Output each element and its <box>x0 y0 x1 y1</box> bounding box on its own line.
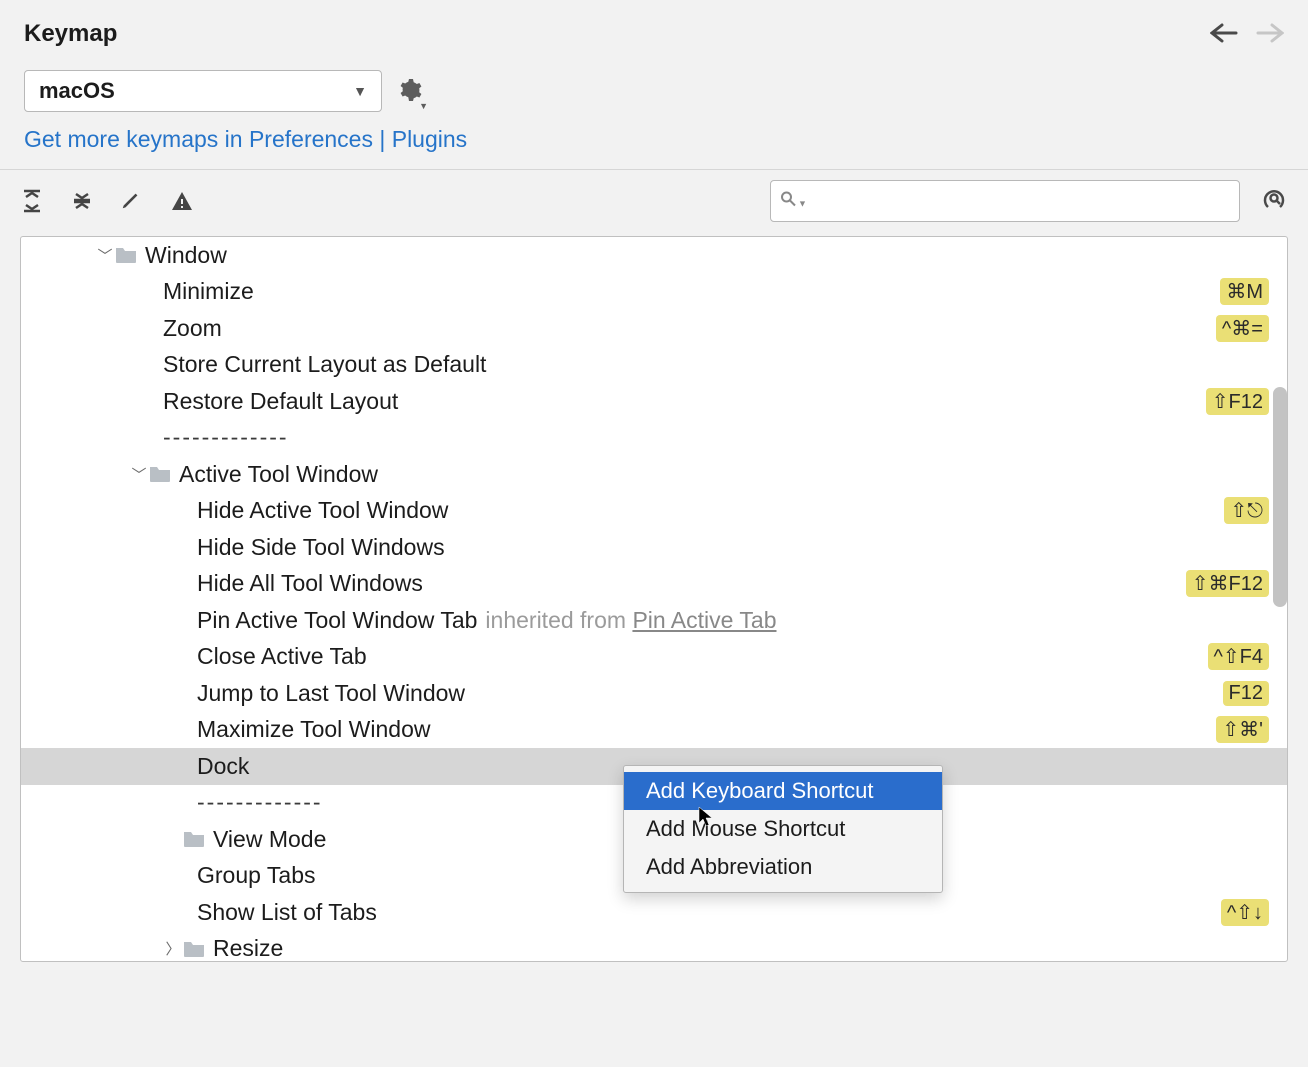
tree-item-label: Hide All Tool Windows <box>197 570 1186 597</box>
toolbar: ▼ <box>0 170 1308 232</box>
tree-item-label: Hide Active Tool Window <box>197 497 1224 524</box>
scrollbar-thumb[interactable] <box>1273 387 1287 607</box>
menu-item[interactable]: Add Mouse Shortcut <box>624 810 942 848</box>
tree-item-label: Show List of Tabs <box>197 899 1221 926</box>
folder-icon <box>149 465 171 483</box>
tree-item-label: Resize <box>213 935 1269 962</box>
find-shortcut-icon[interactable] <box>1262 185 1288 217</box>
mouse-cursor-icon <box>698 806 714 834</box>
edit-icon[interactable] <box>120 189 144 213</box>
tree-item-label: Minimize <box>163 278 1220 305</box>
header: Keymap <box>0 0 1308 60</box>
shortcut-badge: F12 <box>1223 681 1269 706</box>
tree-item-label: Hide Side Tool Windows <box>197 534 1269 561</box>
page-title: Keymap <box>24 20 117 48</box>
conflict-warning-icon[interactable] <box>170 189 194 213</box>
inherited-text: inherited from Pin Active Tab <box>485 607 776 633</box>
tree-folder[interactable]: 〉 Resize <box>21 931 1287 963</box>
shortcut-badge: ^⇧↓ <box>1221 899 1269 926</box>
tree-item-label: Active Tool Window <box>179 461 1269 488</box>
tree-action[interactable]: Hide All Tool Windows⇧⌘F12 <box>21 566 1287 603</box>
tree-separator[interactable]: ------------- <box>21 420 1287 457</box>
menu-item[interactable]: Add Keyboard Shortcut <box>624 772 942 810</box>
tree-item-label: Pin Active Tool Window Tabinherited from… <box>197 607 1269 634</box>
tool-icons <box>20 189 194 213</box>
shortcut-badge: ^⌘= <box>1216 315 1269 342</box>
shortcut-badge: ⇧⌘' <box>1216 716 1269 743</box>
folder-icon <box>115 246 137 264</box>
tree-action[interactable]: Hide Active Tool Window⇧⎋ <box>21 493 1287 530</box>
folder-icon <box>183 940 205 958</box>
tree-item-label: Zoom <box>163 315 1216 342</box>
chevron-down-icon: ▼ <box>353 83 367 99</box>
keymap-selector-row: macOS ▼ ▼ <box>0 60 1308 118</box>
chevron-down-icon: ﹀ <box>129 464 149 485</box>
tree-action[interactable]: Restore Default Layout⇧F12 <box>21 383 1287 420</box>
search-input[interactable] <box>770 180 1240 222</box>
tree-folder[interactable]: ﹀ Window <box>21 237 1287 274</box>
tree-item-label: Jump to Last Tool Window <box>197 680 1223 707</box>
folder-icon <box>183 830 205 848</box>
shortcut-badge: ⇧⎋ <box>1224 497 1269 524</box>
get-more-keymaps-link[interactable]: Get more keymaps in Preferences | Plugin… <box>0 118 1308 170</box>
tree-item-label: Restore Default Layout <box>163 388 1206 415</box>
tree-action[interactable]: Show List of Tabs^⇧↓ <box>21 894 1287 931</box>
forward-arrow-icon[interactable] <box>1256 18 1284 50</box>
nav-arrows <box>1210 18 1284 50</box>
shortcut-badge: ⇧F12 <box>1206 388 1269 415</box>
search-icon: ▼ <box>780 191 807 212</box>
shortcut-badge: ⇧⌘F12 <box>1186 570 1269 597</box>
back-arrow-icon[interactable] <box>1210 18 1238 50</box>
chevron-right-icon: 〉 <box>163 938 183 959</box>
expand-all-icon[interactable] <box>20 189 44 213</box>
tree-action[interactable]: Pin Active Tool Window Tabinherited from… <box>21 602 1287 639</box>
tree-folder[interactable]: ﹀ Active Tool Window <box>21 456 1287 493</box>
tree-action[interactable]: Maximize Tool Window⇧⌘' <box>21 712 1287 749</box>
keymap-tree[interactable]: ﹀WindowMinimize⌘MZoom^⌘=Store Current La… <box>20 236 1288 962</box>
inherited-link[interactable]: Pin Active Tab <box>632 607 776 633</box>
tree-item-label: Maximize Tool Window <box>197 716 1216 743</box>
tree-item-label: Close Active Tab <box>197 643 1208 670</box>
tree-action[interactable]: Minimize⌘M <box>21 274 1287 311</box>
tree-action[interactable]: Hide Side Tool Windows <box>21 529 1287 566</box>
shortcut-badge: ^⇧F4 <box>1208 643 1269 670</box>
tree-action[interactable]: Store Current Layout as Default <box>21 347 1287 384</box>
tree-action[interactable]: Jump to Last Tool WindowF12 <box>21 675 1287 712</box>
tree-item-label: Window <box>145 242 1269 269</box>
separator-label: ------------- <box>163 424 1269 451</box>
gear-icon[interactable]: ▼ <box>398 78 422 109</box>
keymap-dropdown[interactable]: macOS ▼ <box>24 70 382 112</box>
tree-item-label: Store Current Layout as Default <box>163 351 1269 378</box>
tree-action[interactable]: Zoom^⌘= <box>21 310 1287 347</box>
chevron-down-icon: ﹀ <box>95 245 115 266</box>
tree-action[interactable]: Close Active Tab^⇧F4 <box>21 639 1287 676</box>
menu-item[interactable]: Add Abbreviation <box>624 848 942 886</box>
search-container: ▼ <box>770 180 1240 222</box>
keymap-dropdown-value: macOS <box>39 78 115 104</box>
collapse-all-icon[interactable] <box>70 189 94 213</box>
shortcut-badge: ⌘M <box>1220 278 1269 305</box>
context-menu: Add Keyboard ShortcutAdd Mouse ShortcutA… <box>623 765 943 893</box>
